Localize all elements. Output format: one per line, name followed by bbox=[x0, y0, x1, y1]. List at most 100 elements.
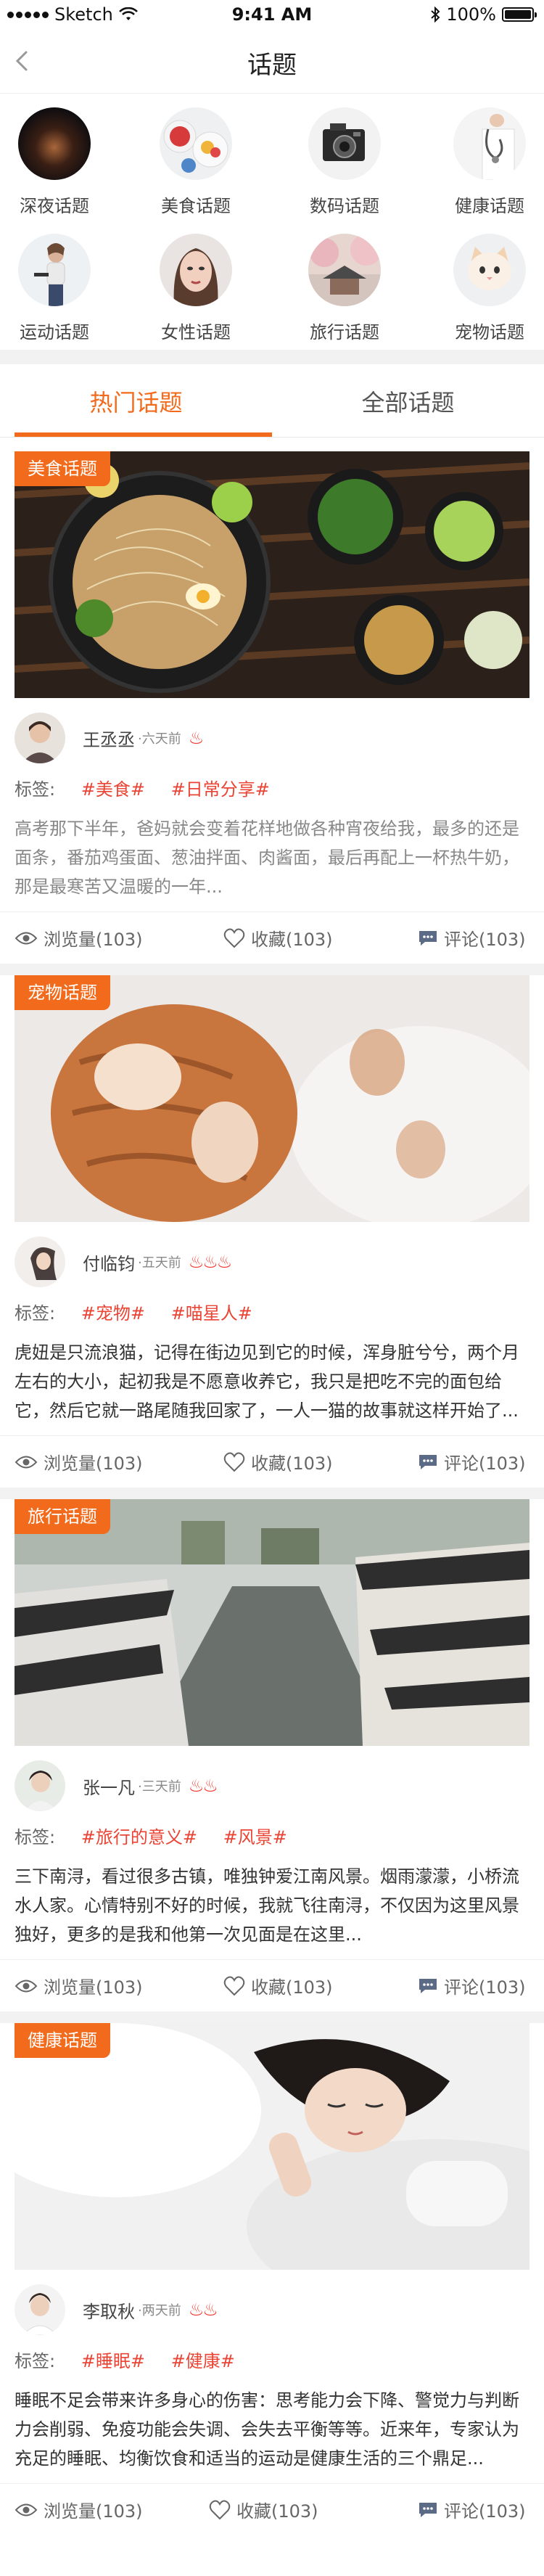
favorites-count: 收藏(103) bbox=[251, 1977, 333, 1998]
post-card[interactable]: 健康话题 李取秋 ·两天前 ♨♨ 标签: #睡眠# #健康# 睡眠不足会带来许多… bbox=[0, 2023, 544, 2560]
avatar[interactable] bbox=[15, 1760, 65, 1811]
avatar[interactable] bbox=[15, 713, 65, 763]
post-image bbox=[15, 2023, 529, 2270]
favorites-count: 收藏(103) bbox=[251, 930, 333, 950]
tab-indicator bbox=[15, 432, 272, 437]
battery-percent: 100% bbox=[446, 4, 496, 25]
tag[interactable]: #喵星人# bbox=[171, 1303, 252, 1324]
tags-label: 标签: bbox=[15, 1303, 56, 1324]
tag[interactable]: #健康# bbox=[171, 2351, 235, 2371]
topic-badge: 宠物话题 bbox=[15, 975, 110, 1010]
tag[interactable]: #美食# bbox=[81, 779, 145, 800]
heart-icon bbox=[209, 2500, 231, 2519]
views-count: 浏览量(103) bbox=[44, 1453, 143, 1474]
favorite-button[interactable]: 收藏(103) bbox=[223, 1973, 333, 1998]
category-label: 数码话题 bbox=[310, 196, 379, 216]
post-card[interactable]: 宠物话题 付临钧 ·五天前 ♨♨♨ 标签: #宠物# #喵星人# 虎妞是只流浪猫… bbox=[0, 975, 544, 1488]
fire-icon: ♨♨ bbox=[188, 1776, 218, 1796]
category-digital[interactable]: 数码话题 bbox=[290, 107, 399, 217]
heart-icon bbox=[223, 1452, 245, 1472]
favorite-button[interactable]: 收藏(103) bbox=[223, 1449, 333, 1474]
category-label: 运动话题 bbox=[20, 322, 89, 342]
fire-icon: ♨♨♨ bbox=[188, 1252, 233, 1272]
category-grid: 深夜话题 美食话题 数码话题 健康话题 运动话题 女性话题 旅行话题 宠物话题 bbox=[0, 103, 544, 350]
category-food[interactable]: 美食话题 bbox=[141, 107, 250, 217]
tag[interactable]: #宠物# bbox=[81, 1303, 145, 1324]
post-author[interactable]: 王丞丞 ·六天前 ♨ bbox=[15, 713, 204, 763]
woman-photo-icon bbox=[160, 234, 232, 306]
status-bar: Sketch 9:41 AM 100% bbox=[0, 0, 544, 29]
post-author[interactable]: 李取秋 ·两天前 ♨♨ bbox=[15, 2284, 218, 2335]
tag[interactable]: #旅行的意义# bbox=[81, 1827, 197, 1847]
favorite-button[interactable]: 收藏(103) bbox=[223, 925, 333, 951]
comment-icon bbox=[419, 1454, 437, 1469]
views-button[interactable]: 浏览量(103) bbox=[15, 925, 143, 951]
post-author[interactable]: 张一凡 ·三天前 ♨♨ bbox=[15, 1760, 218, 1811]
post-card[interactable]: 旅行话题 张一凡 ·三天前 ♨♨ 标签: #旅行的意义# #风景# 三下南浔，看… bbox=[0, 1499, 544, 2011]
post-author[interactable]: 付临钧 ·五天前 ♨♨♨ bbox=[15, 1236, 233, 1287]
category-health[interactable]: 健康话题 bbox=[435, 107, 544, 217]
comment-icon bbox=[419, 930, 437, 946]
category-label: 深夜话题 bbox=[20, 196, 89, 216]
post-excerpt: 高考那下半年，爸妈就会变着花样地做各种宵夜给我，最多的还是面条，番茄鸡蛋面、葱油… bbox=[15, 819, 519, 897]
post-actions: 浏览量(103) 收藏(103) 评论(103) bbox=[0, 2483, 544, 2539]
comment-button[interactable]: 评论(103) bbox=[418, 925, 526, 951]
views-button[interactable]: 浏览量(103) bbox=[15, 1449, 143, 1474]
category-label: 旅行话题 bbox=[310, 322, 379, 342]
travel-photo-icon bbox=[308, 234, 381, 306]
avatar[interactable] bbox=[15, 1236, 65, 1287]
pet-photo-icon bbox=[453, 234, 526, 306]
comments-count: 评论(103) bbox=[444, 1453, 526, 1474]
category-women[interactable]: 女性话题 bbox=[141, 234, 250, 343]
tag[interactable]: #睡眠# bbox=[81, 2351, 145, 2371]
heart-icon bbox=[223, 928, 245, 948]
tab-hot[interactable]: 热门话题 bbox=[0, 385, 272, 418]
views-button[interactable]: 浏览量(103) bbox=[15, 1973, 143, 1998]
views-button[interactable]: 浏览量(103) bbox=[15, 2497, 143, 2522]
category-travel[interactable]: 旅行话题 bbox=[290, 234, 399, 343]
post-actions: 浏览量(103) 收藏(103) 评论(103) bbox=[0, 911, 544, 967]
page-title: 话题 bbox=[247, 51, 297, 80]
comments-count: 评论(103) bbox=[444, 930, 526, 950]
topic-badge: 健康话题 bbox=[15, 2023, 110, 2058]
eye-icon bbox=[15, 1980, 38, 1992]
comment-button[interactable]: 评论(103) bbox=[418, 1973, 526, 1998]
author-name: 张一凡 bbox=[83, 1777, 135, 1798]
comment-button[interactable]: 评论(103) bbox=[418, 1449, 526, 1474]
tag[interactable]: #风景# bbox=[223, 1827, 287, 1847]
tags-label: 标签: bbox=[15, 779, 56, 800]
post-image bbox=[15, 451, 529, 698]
comment-button[interactable]: 评论(103) bbox=[418, 2497, 526, 2522]
author-name: 付临钧 bbox=[83, 1253, 135, 1274]
battery-icon bbox=[502, 7, 537, 22]
favorites-count: 收藏(103) bbox=[236, 2501, 318, 2522]
section-divider bbox=[0, 964, 544, 975]
category-night[interactable]: 深夜话题 bbox=[0, 107, 109, 217]
avatar[interactable] bbox=[15, 2284, 65, 2335]
post-time: ·两天前 bbox=[138, 2303, 181, 2318]
post-excerpt: 三下南浔，看过很多古镇，唯独钟爱江南风景。烟雨濛濛，小桥流水人家。心情特别不好的… bbox=[15, 1866, 519, 1945]
topic-tabs: 热门话题 全部话题 bbox=[0, 364, 544, 438]
category-sport[interactable]: 运动话题 bbox=[0, 234, 109, 343]
night-photo-icon bbox=[18, 107, 91, 180]
tab-all[interactable]: 全部话题 bbox=[272, 385, 544, 418]
category-pet[interactable]: 宠物话题 bbox=[435, 234, 544, 343]
section-divider bbox=[0, 2011, 544, 2023]
fire-icon: ♨♨ bbox=[188, 2300, 218, 2320]
post-excerpt: 虎妞是只流浪猫，记得在街边见到它的时候，浑身脏兮兮，两个月左右的大小，起初我是不… bbox=[15, 1342, 519, 1421]
post-actions: 浏览量(103) 收藏(103) 评论(103) bbox=[0, 1959, 544, 2015]
post-image bbox=[15, 1499, 529, 1746]
post-card[interactable]: 美食话题 王丞丞 ·六天前 ♨ 标签: #美食# #日常分享# 高考那下半年，爸… bbox=[0, 451, 544, 964]
post-image bbox=[15, 975, 529, 1222]
camera-photo-icon bbox=[308, 107, 381, 180]
section-divider bbox=[0, 1488, 544, 1499]
category-label: 美食话题 bbox=[161, 196, 231, 216]
post-time: ·三天前 bbox=[138, 1779, 181, 1794]
author-name: 李取秋 bbox=[83, 2301, 135, 2322]
views-count: 浏览量(103) bbox=[44, 930, 143, 950]
tag[interactable]: #日常分享# bbox=[171, 779, 270, 800]
eye-icon bbox=[15, 1456, 38, 1468]
tags-label: 标签: bbox=[15, 1827, 56, 1847]
favorite-button[interactable]: 收藏(103) bbox=[209, 2497, 318, 2522]
comment-icon bbox=[419, 1978, 437, 1993]
